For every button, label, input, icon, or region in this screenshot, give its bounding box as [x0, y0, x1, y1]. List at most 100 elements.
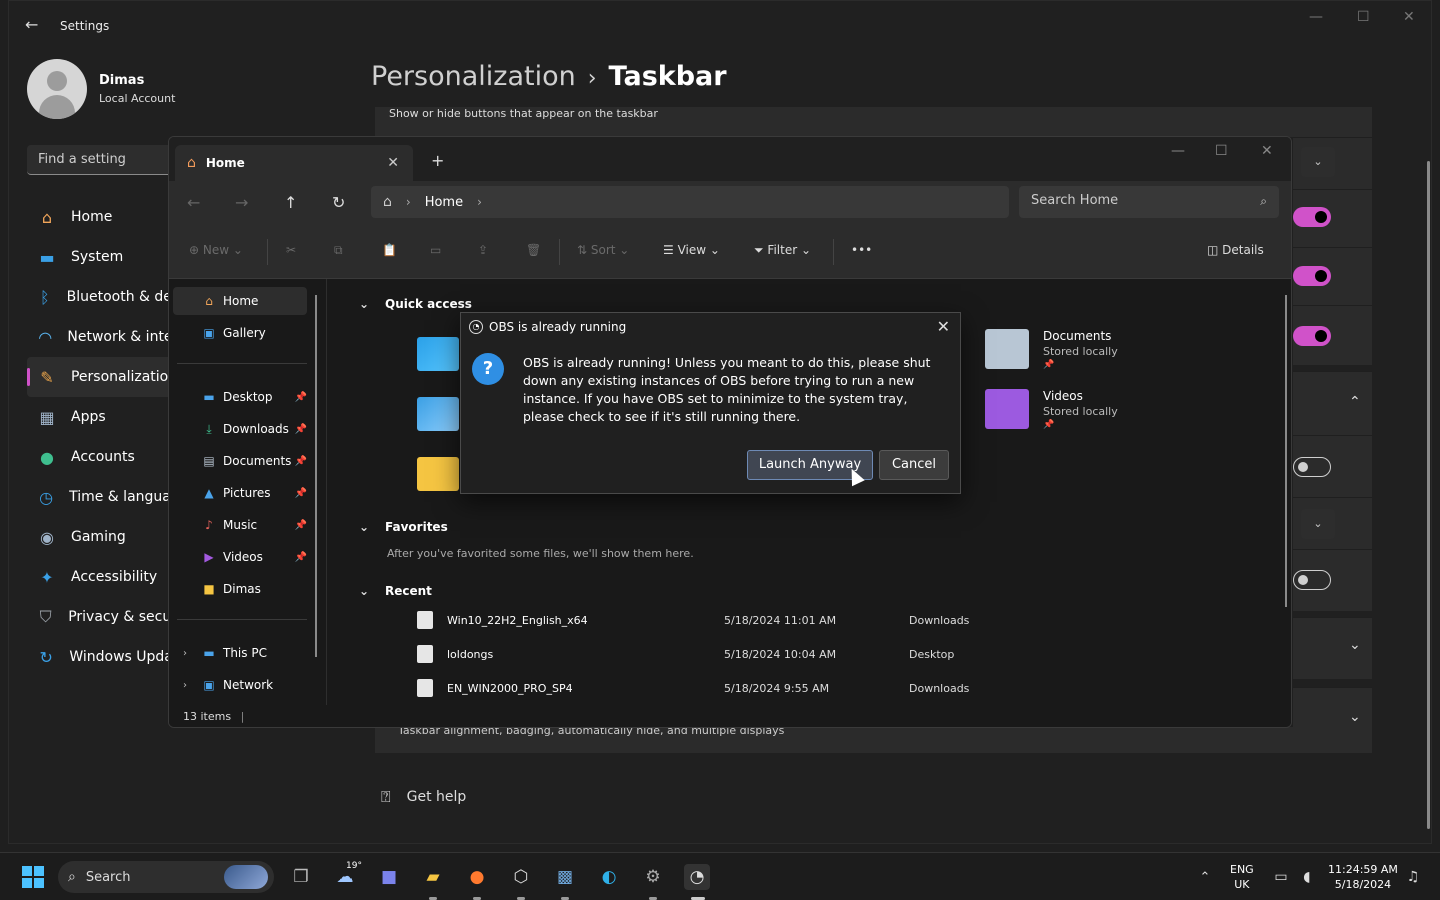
start-button[interactable] [20, 864, 46, 890]
address-bar[interactable]: ⌂ › Home › [371, 186, 1009, 218]
clock[interactable]: 11:24:59 AM 5/18/2024 [1328, 862, 1398, 892]
copy-icon[interactable]: ⧉ [334, 243, 343, 258]
more-options-button[interactable]: ••• [851, 243, 872, 257]
sidebar-item-home[interactable]: ⌂ Home [173, 287, 307, 315]
scrollbar[interactable] [1427, 161, 1430, 829]
windows-2000-icon[interactable]: ▩ [552, 864, 578, 890]
toggle-switch[interactable] [1293, 570, 1331, 590]
filter-button[interactable]: ⏷ Filter ⌄ [754, 243, 811, 258]
minimize-icon[interactable]: — [1171, 143, 1185, 159]
close-icon[interactable]: ✕ [1403, 9, 1415, 25]
firefox-icon[interactable]: ● [464, 864, 490, 890]
new-button[interactable]: ⊕ New ⌄ [189, 243, 243, 257]
table-row[interactable]: loldongs 5/18/2024 10:04 AM Desktop [417, 639, 977, 669]
table-row[interactable]: Win10_22H2_English_x64 5/18/2024 11:01 AM… [417, 605, 977, 635]
table-row[interactable]: EN_WIN2000_PRO_SP4 5/18/2024 9:55 AM Downl… [417, 673, 977, 703]
maximize-icon[interactable]: ☐ [1215, 143, 1228, 159]
pictures-folder-icon[interactable] [417, 397, 459, 431]
chevron-right-icon[interactable]: › [183, 680, 187, 691]
scrollbar[interactable] [315, 295, 317, 657]
toggle-switch[interactable] [1293, 326, 1331, 346]
tab-home[interactable]: ⌂ Home ✕ [175, 145, 413, 181]
nav-item-network[interactable]: ◠Network & internet [27, 317, 177, 357]
find-setting-input[interactable]: Find a setting [27, 145, 177, 175]
refresh-icon[interactable]: ↻ [332, 193, 345, 212]
rename-icon[interactable]: ▭ [430, 243, 441, 257]
nav-item-windows-update[interactable]: ↻ Windows Update [27, 637, 177, 677]
obs-icon[interactable]: ◔ [684, 864, 710, 890]
user-profile[interactable]: Dimas Local Account [27, 59, 175, 119]
chevron-down-icon[interactable]: ⌄ [1349, 709, 1361, 725]
nav-item-gaming[interactable]: ◉ Gaming [27, 517, 177, 557]
sidebar-item-pictures[interactable]: ▲ Pictures 📌 [173, 479, 307, 507]
chat-icon[interactable]: ■ [376, 864, 402, 890]
sidebar-item-music[interactable]: ♪ Music 📌 [173, 511, 307, 539]
sidebar-item-dimas[interactable]: ■ Dimas [173, 575, 307, 603]
desktop-folder-icon[interactable] [417, 337, 459, 371]
nav-item-accounts[interactable]: ● Accounts [27, 437, 177, 477]
cut-icon[interactable]: ✂ [286, 243, 296, 257]
breadcrumb-parent[interactable]: Personalization [371, 61, 576, 92]
chevron-right-icon[interactable]: › [183, 648, 187, 659]
volume-icon[interactable]: ◖ [1294, 864, 1320, 890]
chevron-down-icon[interactable]: ⌄ [1349, 637, 1361, 653]
sidebar-item-downloads[interactable]: ⤓ Downloads 📌 [173, 415, 307, 443]
quick-access-item[interactable]: Videos Stored locally 📌 [985, 389, 1118, 430]
scrollbar[interactable] [1285, 295, 1287, 607]
nav-item-apps[interactable]: ▦ Apps [27, 397, 177, 437]
maximize-icon[interactable]: ☐ [1357, 9, 1370, 25]
sort-button[interactable]: ⇅ Sort ⌄ [577, 243, 629, 257]
paste-icon[interactable]: 📋 [382, 243, 397, 257]
address-segment[interactable]: Home [425, 195, 463, 210]
sidebar-item-desktop[interactable]: ▬ Desktop 📌 [173, 383, 307, 411]
minimize-icon[interactable]: — [1309, 9, 1323, 25]
nav-item-home[interactable]: ⌂ Home [27, 197, 177, 237]
chevron-up-icon[interactable]: ⌃ [1349, 394, 1361, 410]
notification-bell-icon[interactable]: ♫ [1400, 864, 1426, 890]
quick-access-header[interactable]: ⌄ Quick access [359, 297, 472, 311]
close-icon[interactable]: ✕ [937, 317, 950, 336]
sidebar-item-network[interactable]: › ▣ Network [173, 671, 307, 699]
close-tab-icon[interactable]: ✕ [387, 155, 399, 171]
delete-icon[interactable]: 🗑 [526, 243, 541, 257]
language-indicator[interactable]: ENG UK [1230, 862, 1254, 892]
nav-item-time-language[interactable]: ◷ Time & language [27, 477, 177, 517]
nav-item-system[interactable]: ▬ System [27, 237, 177, 277]
sidebar-item-this-pc[interactable]: › ▬ This PC [173, 639, 307, 667]
sidebar-item-videos[interactable]: ▶ Videos 📌 [173, 543, 307, 571]
sidebar-item-documents[interactable]: ▤ Documents 📌 [173, 447, 307, 475]
chevron-up-icon[interactable]: ⌃ [1192, 864, 1218, 890]
folder-icon[interactable] [417, 457, 459, 491]
nav-item-accessibility[interactable]: ✦ Accessibility [27, 557, 177, 597]
search-input[interactable]: Search Home ⌕ [1019, 186, 1279, 218]
nav-item-privacy[interactable]: ⛉Privacy & security [27, 597, 177, 637]
nav-item-bluetooth[interactable]: ᛒBluetooth & devices [27, 277, 177, 317]
edge-icon[interactable]: ◐ [596, 864, 622, 890]
toggle-switch[interactable] [1293, 207, 1331, 227]
get-help-link[interactable]: ⍰ Get help [381, 787, 466, 807]
virtualbox-icon[interactable]: ⬡ [508, 864, 534, 890]
up-arrow-icon[interactable]: ↑ [284, 193, 297, 212]
file-explorer-icon[interactable]: ▰ [420, 864, 446, 890]
details-button[interactable]: ◫ Details [1207, 243, 1264, 257]
toggle-switch[interactable] [1293, 457, 1331, 477]
network-display-icon[interactable]: ▭ [1268, 864, 1294, 890]
forward-arrow-icon[interactable]: → [235, 193, 248, 212]
quick-access-item[interactable]: Documents Stored locally 📌 [985, 329, 1118, 370]
avatar[interactable] [27, 59, 87, 119]
sidebar-item-gallery[interactable]: ▣ Gallery [173, 319, 307, 347]
taskbar-search[interactable]: ⌕ Search [58, 861, 274, 893]
new-tab-icon[interactable]: + [431, 151, 444, 170]
back-arrow-icon[interactable]: ← [25, 15, 38, 34]
toggle-switch[interactable] [1293, 266, 1331, 286]
nav-item-personalization[interactable]: ✎ Personalization [27, 357, 177, 397]
settings-gear-icon[interactable]: ⚙ [640, 864, 666, 890]
back-arrow-icon[interactable]: ← [187, 193, 200, 212]
task-view-icon[interactable]: ❐ [288, 864, 314, 890]
favorites-header[interactable]: ⌄ Favorites [359, 520, 448, 534]
share-icon[interactable]: ⇪ [478, 243, 488, 257]
chevron-down-icon[interactable]: ⌄ [1301, 509, 1335, 539]
close-icon[interactable]: ✕ [1261, 143, 1273, 159]
chevron-down-icon[interactable]: ⌄ [1301, 147, 1335, 177]
cancel-button[interactable]: Cancel [879, 450, 949, 480]
